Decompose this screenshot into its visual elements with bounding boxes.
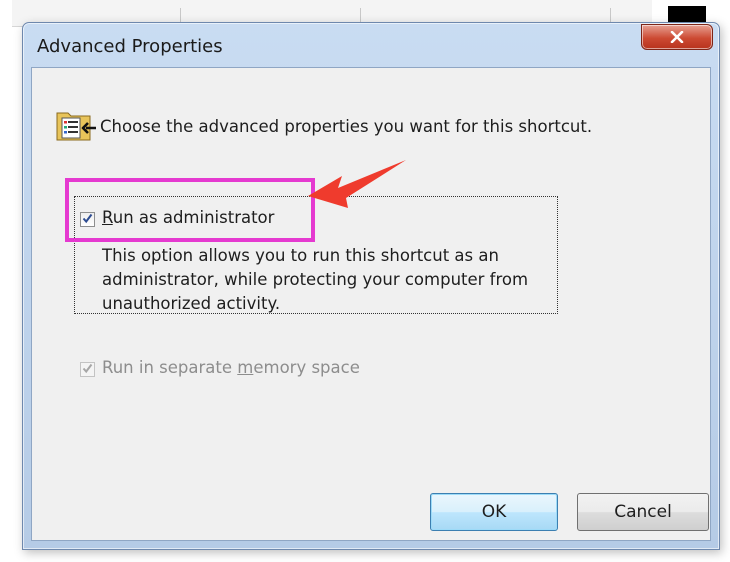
dialog-description: Choose the advanced properties you want … [100,116,593,136]
checkmark-icon [81,360,94,379]
cancel-button[interactable]: Cancel [577,493,709,531]
separate-memory-checkbox[interactable] [80,362,95,377]
annotation-arrow-icon [302,158,412,222]
ok-button[interactable]: OK [430,493,558,531]
title-bar[interactable]: Advanced Properties [23,23,719,67]
shortcut-properties-icon [54,104,98,148]
dialog-header: Choose the advanced properties you want … [54,104,592,148]
separate-memory-label[interactable]: Run in separate memory space [102,358,360,377]
annotation-highlight-box [65,178,315,242]
run-as-admin-help-text: This option allows you to run this short… [102,246,529,313]
dialog-title: Advanced Properties [37,36,223,57]
close-icon [670,28,684,47]
dialog-client-area: Choose the advanced properties you want … [31,67,711,541]
close-button[interactable] [641,24,713,50]
advanced-properties-dialog: Advanced Properties Choose the advanced … [22,22,720,550]
